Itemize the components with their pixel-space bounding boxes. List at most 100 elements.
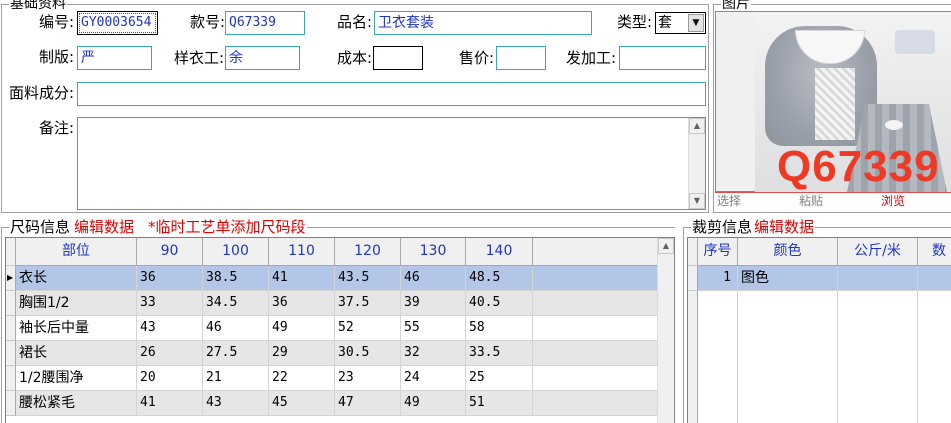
size-value-cell[interactable]: 26 — [137, 341, 203, 366]
cut-edit-link[interactable]: 编辑数据 — [754, 218, 814, 236]
name-label: 品名: — [336, 13, 372, 31]
sample-worker-field[interactable]: 余 — [225, 46, 300, 70]
size-part-cell[interactable]: 1/2腰围净 — [16, 366, 137, 391]
size-col-header[interactable]: 140 — [466, 238, 533, 266]
size-col-header[interactable]: 90 — [137, 238, 203, 266]
size-part-cell[interactable]: 裙长 — [16, 341, 137, 366]
pattern-maker-field[interactable]: 严 — [77, 46, 152, 70]
cut-section-header: 裁剪信息 编辑数据 — [691, 218, 816, 237]
cut-col-header[interactable]: 颜色 — [738, 238, 838, 266]
fabric-composition-field[interactable] — [77, 82, 706, 106]
code-field[interactable]: GY0003654 — [77, 11, 158, 35]
size-edit-link[interactable]: 编辑数据 — [74, 218, 134, 236]
size-value-cell[interactable]: 32 — [401, 341, 466, 366]
size-col-header[interactable]: 130 — [401, 238, 466, 266]
product-photo[interactable]: Q67339 — [755, 12, 951, 192]
cut-index-cell[interactable]: 1 — [698, 266, 738, 291]
outsource-field[interactable] — [619, 46, 706, 70]
size-part-cell[interactable]: 胸围1/2 — [16, 291, 137, 316]
chevron-down-icon[interactable]: ▼ — [688, 14, 704, 32]
size-value-cell[interactable]: 49 — [269, 316, 335, 341]
size-col-header[interactable]: 100 — [203, 238, 269, 266]
style-label: 款号: — [189, 13, 225, 31]
size-value-cell[interactable]: 38.5 — [203, 266, 269, 291]
size-grid[interactable]: 部位 90 100 110 120 130 140 ▲ ▶ 衣长 36 38.5 41 4… — [5, 237, 675, 423]
lace-shape — [815, 68, 855, 140]
size-value-cell[interactable]: 33.5 — [466, 341, 533, 366]
remark-textarea[interactable] — [77, 117, 706, 210]
size-value-cell[interactable]: 29 — [269, 341, 335, 366]
size-value-cell[interactable]: 51 — [466, 391, 533, 416]
size-value-cell[interactable]: 23 — [335, 366, 401, 391]
row-indicator[interactable] — [6, 341, 16, 366]
size-part-cell[interactable]: 袖长后中量 — [16, 316, 137, 341]
size-value-cell[interactable]: 34.5 — [203, 291, 269, 316]
size-value-cell[interactable]: 27.5 — [203, 341, 269, 366]
size-value-cell[interactable]: 33 — [137, 291, 203, 316]
size-value-cell[interactable]: 20 — [137, 366, 203, 391]
style-number-field[interactable]: Q67339 — [225, 11, 305, 35]
size-col-header[interactable]: 部位 — [16, 238, 137, 266]
size-value-cell[interactable]: 39 — [401, 291, 466, 316]
cut-col-header[interactable]: 公斤/米 — [838, 238, 918, 266]
scroll-up-icon[interactable]: ▲ — [689, 118, 705, 134]
size-part-cell[interactable]: 腰松紧毛 — [16, 391, 137, 416]
cost-label: 成本: — [336, 49, 372, 67]
size-value-cell[interactable]: 47 — [335, 391, 401, 416]
cut-indicator-column — [688, 291, 698, 423]
size-value-cell[interactable]: 36 — [269, 291, 335, 316]
size-value-cell[interactable]: 45 — [269, 391, 335, 416]
type-select[interactable]: 套 ▼ — [655, 12, 706, 34]
size-value-cell[interactable]: 52 — [335, 316, 401, 341]
code-label: 编号: — [38, 13, 74, 31]
size-grid-scrollbar[interactable]: ▲ — [657, 238, 674, 423]
row-indicator[interactable] — [688, 266, 698, 291]
cut-qty-cell[interactable] — [918, 266, 951, 291]
cut-weight-cell[interactable] — [838, 266, 918, 291]
size-value-cell[interactable]: 43 — [203, 391, 269, 416]
size-part-cell[interactable]: 衣长 — [16, 266, 137, 291]
size-value-cell[interactable]: 21 — [203, 366, 269, 391]
scroll-down-icon[interactable]: ▼ — [689, 193, 705, 209]
size-value-cell[interactable]: 41 — [269, 266, 335, 291]
cut-color-cell[interactable]: 图色 — [738, 266, 838, 291]
size-value-cell[interactable]: 36 — [137, 266, 203, 291]
size-value-cell[interactable]: 40.5 — [466, 291, 533, 316]
row-indicator[interactable] — [6, 291, 16, 316]
row-indicator[interactable] — [6, 316, 16, 341]
size-value-cell[interactable]: 37.5 — [335, 291, 401, 316]
cut-col-header[interactable]: 序号 — [698, 238, 738, 266]
select-image-button[interactable]: 选择 — [717, 193, 741, 209]
price-field[interactable] — [496, 46, 546, 70]
size-value-cell[interactable]: 43.5 — [335, 266, 401, 291]
size-value-cell[interactable]: 46 — [401, 266, 466, 291]
size-value-cell[interactable]: 30.5 — [335, 341, 401, 366]
size-value-cell[interactable]: 48.5 — [466, 266, 533, 291]
paste-image-button[interactable]: 粘贴 — [799, 193, 823, 209]
cut-col-header[interactable]: 数 — [918, 238, 951, 266]
row-indicator[interactable] — [6, 366, 16, 391]
size-value-cell[interactable]: 58 — [466, 316, 533, 341]
size-header-filler — [533, 238, 659, 266]
row-indicator[interactable]: ▶ — [6, 266, 16, 291]
scroll-up-icon[interactable]: ▲ — [658, 238, 674, 254]
size-value-cell[interactable]: 24 — [401, 366, 466, 391]
cut-grid-line — [837, 291, 838, 423]
size-value-cell[interactable]: 25 — [466, 366, 533, 391]
size-value-cell[interactable]: 22 — [269, 366, 335, 391]
row-indicator[interactable] — [6, 391, 16, 416]
cost-field[interactable] — [373, 46, 423, 70]
size-value-cell[interactable]: 55 — [401, 316, 466, 341]
size-value-cell[interactable]: 46 — [203, 316, 269, 341]
cut-grid-line — [917, 291, 918, 423]
browse-image-button[interactable]: 浏览 — [881, 193, 905, 209]
remark-scrollbar[interactable]: ▲ ▼ — [688, 118, 705, 209]
size-section-note: *临时工艺单添加尺码段 — [148, 218, 306, 236]
size-value-cell[interactable]: 43 — [137, 316, 203, 341]
product-name-field[interactable]: 卫衣套装 — [374, 11, 592, 35]
size-value-cell[interactable]: 49 — [401, 391, 466, 416]
size-value-cell[interactable]: 41 — [137, 391, 203, 416]
cut-grid[interactable]: 序号 颜色 公斤/米 数 1 图色 — [687, 237, 951, 423]
size-col-header[interactable]: 120 — [335, 238, 401, 266]
size-col-header[interactable]: 110 — [269, 238, 335, 266]
